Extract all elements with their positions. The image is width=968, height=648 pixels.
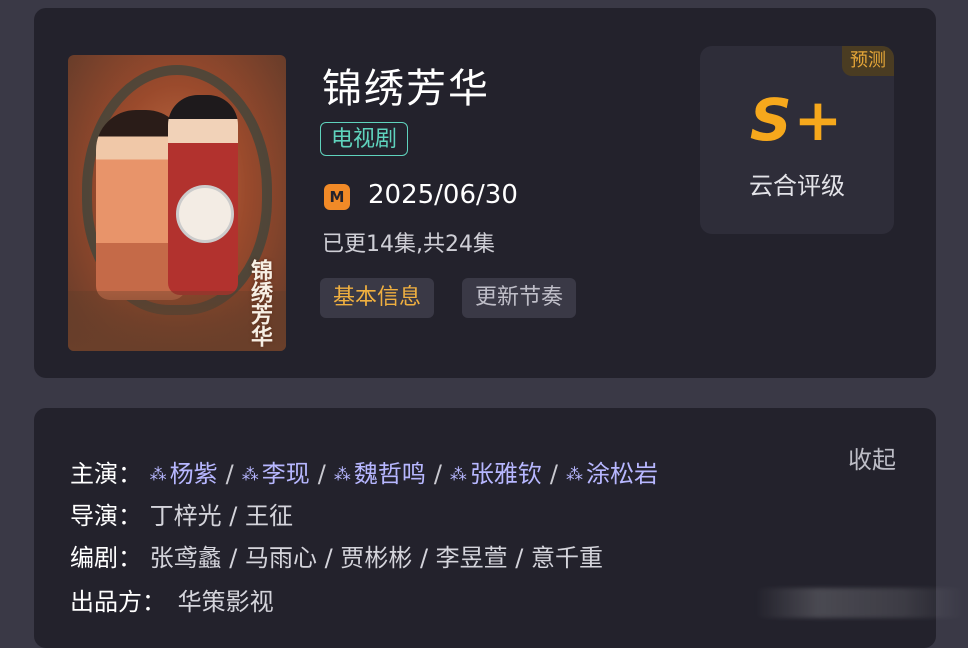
predict-badge: 预测	[842, 46, 894, 76]
cast-item[interactable]: ⁂ 杨紫	[150, 460, 218, 488]
show-poster[interactable]: 锦绣芳华	[68, 55, 286, 351]
release-date: 2025/06/30	[368, 180, 518, 210]
poster-fan	[176, 185, 234, 243]
director-row: 导演： 丁梓光 / 王征	[70, 496, 293, 531]
rating-box: 预测 S+ 云合评级	[700, 46, 894, 234]
type-tag: 电视剧	[320, 122, 409, 156]
director-value: 丁梓光 / 王征	[149, 502, 293, 530]
cast-item[interactable]: ⁂ 张雅钦	[450, 460, 542, 488]
network-icon: ⁂	[241, 465, 259, 485]
poster-title: 锦绣芳华	[247, 259, 273, 347]
show-info-card: 锦绣芳华 锦绣芳华 电视剧 M 2025/06/30 已更14集,共24集 基本…	[34, 8, 936, 378]
cast-item[interactable]: ⁂ 涂松岩	[566, 460, 658, 488]
writer-label: 编剧：	[70, 544, 142, 572]
rating-grade: S+	[749, 86, 845, 154]
producer-row: 出品方： 华策影视	[70, 582, 274, 617]
cast-row: 主演： ⁂ 杨紫 / ⁂ 李现 / ⁂ 魏哲鸣 / ⁂ 张雅钦 / ⁂ 涂松岩	[70, 454, 658, 489]
cast-label: 主演：	[70, 460, 142, 488]
blurred-watermark	[755, 588, 965, 618]
producer-value: 华策影视	[177, 588, 274, 616]
cast-item[interactable]: ⁂ 李现	[242, 460, 310, 488]
producer-label: 出品方：	[70, 588, 166, 616]
mango-tv-icon: M	[324, 184, 350, 210]
cast-list: ⁂ 杨紫 / ⁂ 李现 / ⁂ 魏哲鸣 / ⁂ 张雅钦 / ⁂ 涂松岩	[149, 460, 659, 488]
network-icon: ⁂	[333, 465, 351, 485]
rating-label: 云合评级	[749, 172, 845, 200]
episode-status: 已更14集,共24集	[322, 232, 495, 257]
network-icon: ⁂	[449, 465, 467, 485]
director-label: 导演：	[70, 502, 142, 530]
show-title: 锦绣芳华	[322, 66, 490, 112]
tab-basic-info[interactable]: 基本信息	[320, 278, 435, 318]
writer-row: 编剧： 张鸢蠡 / 马雨心 / 贾彬彬 / 李昱萱 / 意千重	[70, 538, 603, 573]
cast-item[interactable]: ⁂ 魏哲鸣	[334, 460, 426, 488]
network-icon: ⁂	[566, 465, 584, 485]
writer-value: 张鸢蠡 / 马雨心 / 贾彬彬 / 李昱萱 / 意千重	[149, 544, 604, 572]
network-icon: ⁂	[149, 465, 167, 485]
collapse-button[interactable]: 收起	[848, 440, 896, 475]
tab-update-rhythm[interactable]: 更新节奏	[462, 278, 577, 318]
